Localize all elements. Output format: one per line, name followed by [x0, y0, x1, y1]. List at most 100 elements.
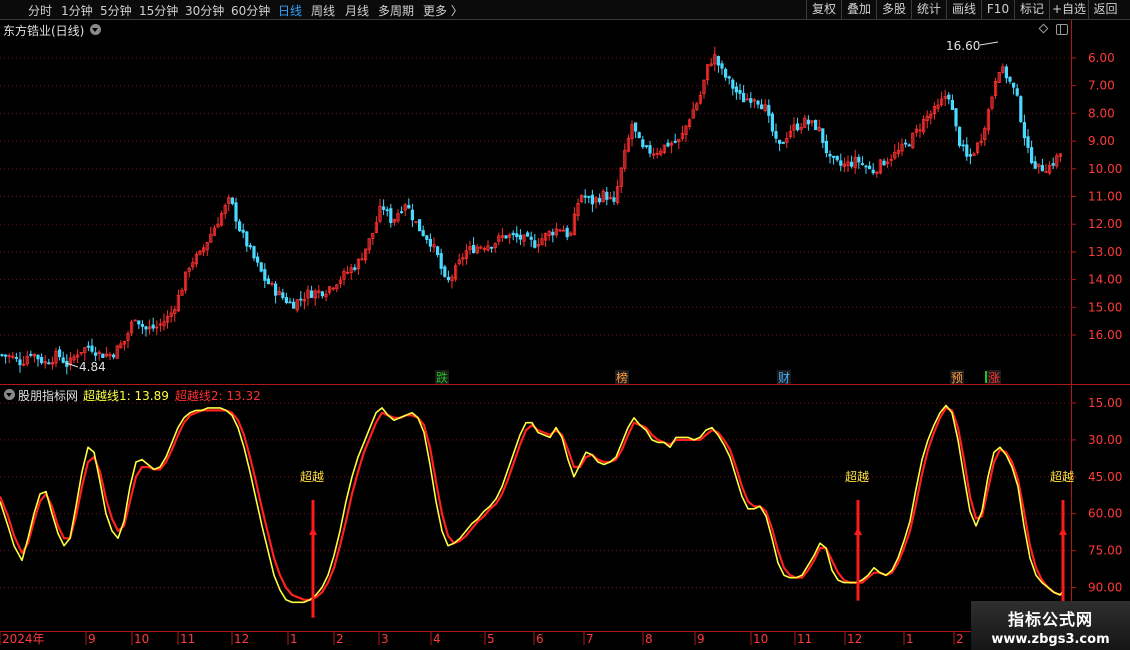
price-tick-label: 14.00 [1088, 273, 1122, 287]
candle-body [446, 276, 451, 281]
candle-body [435, 246, 440, 256]
candle-body [644, 145, 649, 148]
candle-body [40, 356, 44, 364]
price-tick-label: 16.00 [1088, 328, 1122, 342]
candle-body [882, 160, 886, 166]
candle-body [58, 349, 62, 358]
date-tick-label: 8 [645, 632, 653, 646]
low-price-label: 4.84 [79, 360, 106, 374]
candle-body [835, 156, 839, 161]
panel-toggle-icon[interactable] [1056, 24, 1068, 35]
candle-body [637, 132, 641, 139]
date-tick-label: 10 [753, 632, 768, 646]
candle-body [29, 353, 33, 356]
price-tick-label: 11.00 [1088, 190, 1122, 204]
candle-body [738, 89, 742, 94]
stock-title[interactable]: 东方锆业(日线) [3, 22, 84, 39]
series-line-2 [0, 406, 1065, 601]
chart-canvas[interactable]: 16.0015.0014.0013.0012.0011.0010.009.008… [0, 0, 1130, 650]
indicator-title: 股朋指标网 超越线1: 13.89 超越线2: 13.32 [18, 387, 261, 404]
candle-body [533, 240, 537, 248]
date-tick-label: 9 [697, 632, 705, 646]
candle-body [727, 76, 731, 79]
candle-body [526, 232, 530, 237]
signal-arrow-icon [309, 527, 317, 535]
candlestick-series [0, 46, 1062, 375]
candle-body [828, 153, 832, 157]
candle-body [749, 98, 753, 103]
candle-body [857, 156, 861, 163]
site-watermark: 指标公式网 www.zbgs3.com [971, 601, 1130, 650]
price-tick-label: 15.00 [1088, 300, 1122, 314]
candle-body [565, 227, 569, 238]
candle-body [1008, 76, 1012, 82]
candle-body [353, 267, 357, 270]
candle-body [61, 357, 65, 363]
candle-body [471, 244, 476, 254]
date-tick-label: 2 [336, 632, 344, 646]
candle-body [781, 141, 785, 144]
date-tick-label: 2 [956, 632, 964, 646]
date-tick-label: 12 [847, 632, 862, 646]
signal-arrow-icon [1059, 527, 1067, 535]
candle-body [518, 234, 523, 240]
candle-body [839, 160, 843, 166]
candle-body [868, 165, 872, 170]
candle-body [756, 100, 760, 105]
signal-label: 超越 [1050, 469, 1074, 484]
candle-body [112, 354, 116, 358]
candle-body [1012, 82, 1016, 88]
candle-body [1040, 165, 1044, 172]
date-tick-label: 12 [234, 632, 249, 646]
event-tags: 跌榜财预涨 [435, 370, 1001, 385]
candle-body [770, 113, 775, 132]
chevron-down-icon[interactable] [90, 24, 101, 35]
candle-body [907, 144, 911, 147]
indicator-tick-label: 15.00 [1088, 396, 1122, 410]
candle-body [968, 154, 973, 157]
candle-body [767, 104, 771, 116]
candle-body [385, 209, 389, 212]
candle-body [511, 232, 515, 236]
date-tick-label: 7 [586, 632, 594, 646]
candle-body [648, 145, 652, 154]
candle-body [237, 221, 242, 232]
price-tick-label: 12.00 [1088, 217, 1122, 231]
date-axis: 2024年 9 10 11 12 1 2 3 4 5 6 7 8 9 10 11 12 1 2 [0, 632, 964, 646]
price-tick-label: 6.00 [1088, 51, 1115, 65]
signal-markers: 超越 超越 超越 [300, 469, 1074, 618]
candle-body [716, 55, 721, 66]
candle-body [86, 345, 90, 348]
event-tag: 跌 [436, 370, 448, 385]
candle-body [864, 165, 868, 168]
date-tick-label: 3 [381, 632, 389, 646]
candle-body [410, 209, 415, 221]
candle-body [144, 326, 148, 330]
high-price-label: 16.60 [946, 39, 980, 53]
candle-body [284, 297, 289, 303]
date-tick-label: 1 [290, 632, 298, 646]
candle-body [381, 206, 386, 210]
indicator-menu-icon[interactable] [4, 389, 15, 400]
candle-body [551, 231, 555, 236]
candle-body [605, 191, 609, 200]
indicator-tick-label: 45.00 [1088, 470, 1122, 484]
event-tag: 预 [951, 371, 963, 385]
candle-body [407, 204, 411, 209]
indicator-lines [0, 404, 1065, 604]
candle-body [504, 235, 508, 239]
indicator-name[interactable]: 股朋指标网 [18, 389, 78, 403]
candle-body [263, 269, 267, 281]
candle-body [90, 345, 94, 352]
candle-body [399, 211, 404, 214]
candle-body [230, 197, 234, 205]
candle-body [389, 208, 393, 224]
candle-body [320, 291, 325, 297]
date-tick-label: 10 [134, 632, 149, 646]
candle-body [904, 142, 908, 145]
candle-body [720, 63, 724, 69]
date-tick-label: 5 [487, 632, 495, 646]
candle-body [850, 161, 854, 167]
candle-body [140, 324, 144, 327]
date-tick-label: 4 [433, 632, 441, 646]
